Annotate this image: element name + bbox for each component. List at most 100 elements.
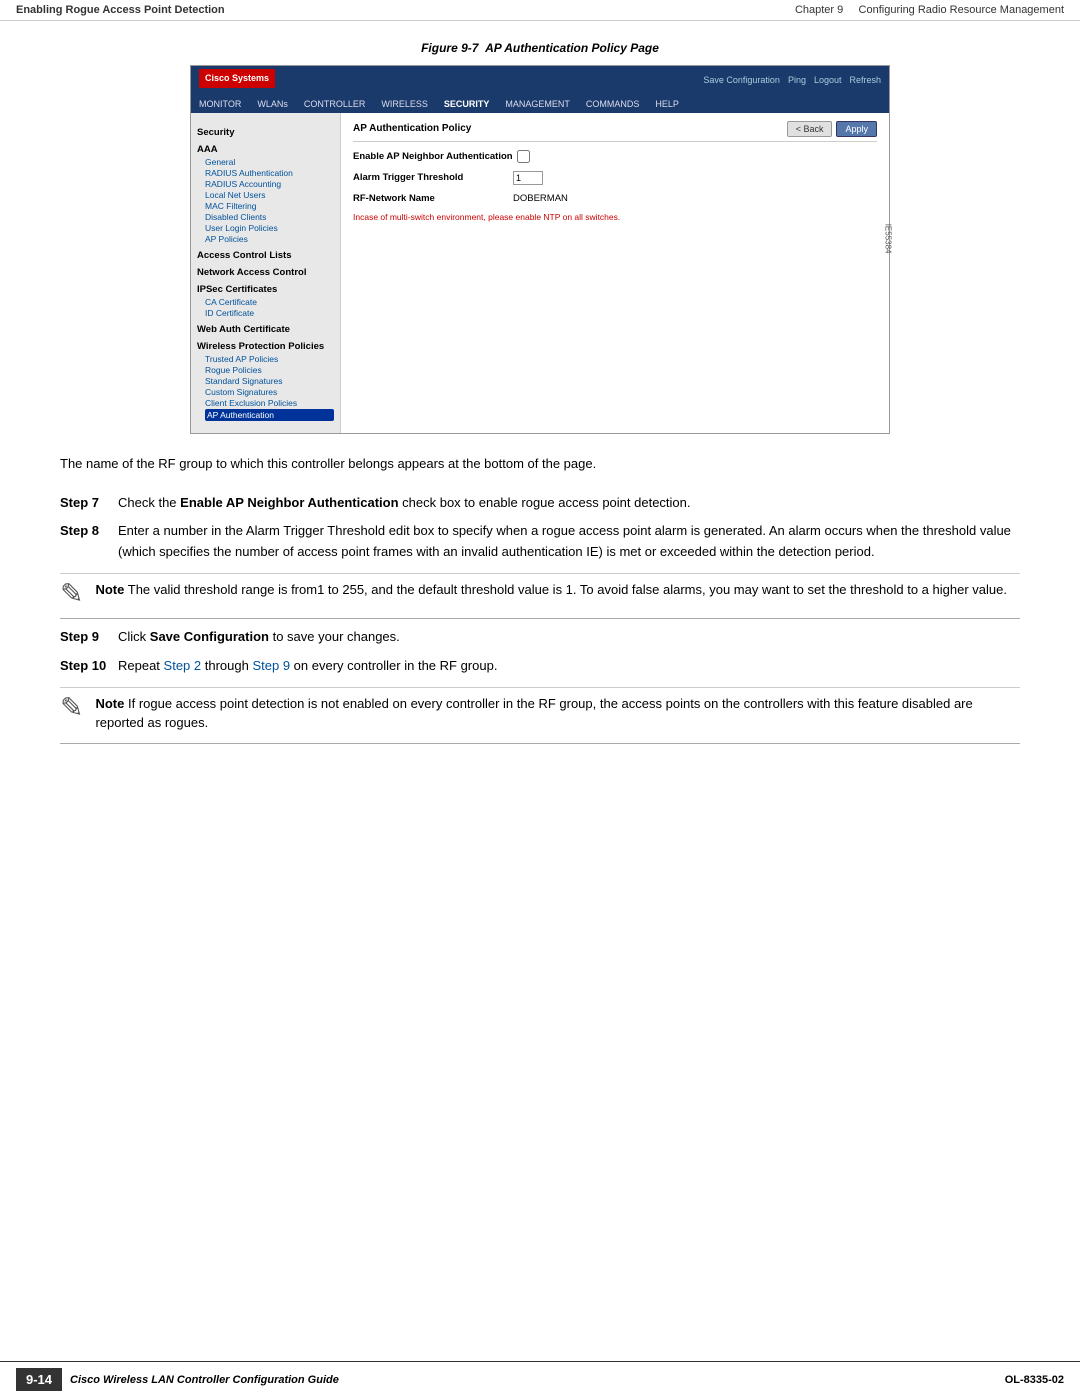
note-1-text: The valid threshold range is from1 to 25…	[128, 582, 1007, 597]
cisco-main-panel: AP Authentication Policy < Back Apply En…	[341, 113, 889, 433]
step-10-row: Step 10 Repeat Step 2 through Step 9 on …	[0, 656, 1080, 677]
neighbor-auth-label: Enable AP Neighbor Authentication	[353, 151, 513, 162]
sidebar-nac-title: Network Access Control	[197, 267, 334, 278]
sidebar-item-ca-cert[interactable]: CA Certificate	[205, 297, 334, 307]
step-9-row: Step 9 Click Save Configuration to save …	[0, 627, 1080, 648]
step-9-content: Click Save Configuration to save your ch…	[118, 627, 1020, 648]
page-footer: 9-14 Cisco Wireless LAN Controller Confi…	[0, 1361, 1080, 1397]
sidebar-item-mac-filtering[interactable]: MAC Filtering	[205, 201, 334, 211]
footer-doc-number: OL-8335-02	[1005, 1374, 1064, 1386]
step-8-content: Enter a number in the Alarm Trigger Thre…	[118, 521, 1020, 563]
sidebar-item-ap-auth[interactable]: AP Authentication	[205, 409, 334, 421]
note-1-label: Note	[95, 582, 124, 597]
sidebar-item-radius-acct[interactable]: RADIUS Accounting	[205, 179, 334, 189]
figure-id: IE55384	[884, 224, 893, 254]
nav-monitor[interactable]: MONITOR	[199, 99, 241, 109]
rf-network-value: DOBERMAN	[513, 193, 568, 204]
figure-section: Figure 9-7 AP Authentication Policy Page…	[0, 21, 1080, 444]
sidebar-item-ap-policies[interactable]: AP Policies	[205, 234, 334, 244]
cisco-logo: Cisco Systems	[205, 73, 269, 84]
save-config-link[interactable]: Save Configuration	[703, 75, 780, 85]
note-2-text: If rogue access point detection is not e…	[95, 696, 972, 731]
sidebar-item-custom-signatures[interactable]: Custom Signatures	[205, 387, 334, 397]
refresh-link[interactable]: Refresh	[849, 75, 881, 85]
cisco-note-ntp: Incase of multi-switch environment, plea…	[353, 212, 703, 223]
step2-link[interactable]: Step 2	[164, 658, 202, 673]
cisco-sidebar: Security AAA General RADIUS Authenticati…	[191, 113, 341, 433]
divider-1	[60, 618, 1020, 619]
cisco-content: Security AAA General RADIUS Authenticati…	[191, 113, 889, 433]
step-7-content: Check the Enable AP Neighbor Authenticat…	[118, 493, 1020, 514]
apply-button[interactable]: Apply	[836, 121, 877, 137]
step-8-row: Step 8 Enter a number in the Alarm Trigg…	[0, 521, 1080, 563]
footer-left: 9-14 Cisco Wireless LAN Controller Confi…	[16, 1368, 339, 1391]
sidebar-item-rogue-policies[interactable]: Rogue Policies	[205, 365, 334, 375]
page-title: AP Authentication Policy	[353, 123, 471, 134]
sidebar-acl-title: Access Control Lists	[197, 250, 334, 261]
step-10-label: Step 10	[60, 656, 110, 677]
sidebar-webauth-title: Web Auth Certificate	[197, 324, 334, 335]
sidebar-item-client-exclusion[interactable]: Client Exclusion Policies	[205, 398, 334, 408]
alarm-threshold-label: Alarm Trigger Threshold	[353, 172, 513, 183]
nav-management[interactable]: MANAGEMENT	[505, 99, 570, 109]
sidebar-aaa-title: AAA	[197, 144, 334, 155]
form-row-alarm-threshold: Alarm Trigger Threshold	[353, 171, 877, 185]
sidebar-item-radius-auth[interactable]: RADIUS Authentication	[205, 168, 334, 178]
main-header: AP Authentication Policy < Back Apply	[353, 121, 877, 142]
divider-2	[60, 743, 1020, 744]
chapter-number: Chapter 9	[795, 4, 843, 16]
note-icon-2: ✎	[60, 694, 83, 733]
note-box-1: ✎ Note The valid threshold range is from…	[60, 573, 1020, 608]
nav-security[interactable]: SECURITY	[444, 99, 490, 109]
note-1-body: Note The valid threshold range is from1 …	[95, 580, 1007, 608]
topbar-links[interactable]: Save Configuration Ping Logout Refresh	[703, 75, 881, 85]
cisco-navbar[interactable]: MONITOR WLANs CONTROLLER WIRELESS SECURI…	[191, 95, 889, 113]
sidebar-item-local-net-users[interactable]: Local Net Users	[205, 190, 334, 200]
step-9-label: Step 9	[60, 627, 110, 648]
ping-link[interactable]: Ping	[788, 75, 806, 85]
neighbor-auth-checkbox[interactable]	[517, 150, 530, 163]
sidebar-item-trusted-ap[interactable]: Trusted AP Policies	[205, 354, 334, 364]
nav-wireless[interactable]: WIRELESS	[381, 99, 428, 109]
nav-help[interactable]: HELP	[655, 99, 679, 109]
page-number: 9-14	[16, 1368, 62, 1391]
sidebar-item-std-signatures[interactable]: Standard Signatures	[205, 376, 334, 386]
chapter-title: Configuring Radio Resource Management	[859, 4, 1064, 16]
step-8-label: Step 8	[60, 521, 110, 563]
doc-intro: The name of the RF group to which this c…	[0, 444, 1080, 493]
note-icon-1: ✎	[60, 580, 83, 608]
sidebar-item-user-login[interactable]: User Login Policies	[205, 223, 334, 233]
sidebar-security-label: Security	[197, 127, 334, 138]
note-box-2: ✎ Note If rogue access point detection i…	[60, 687, 1020, 733]
sidebar-item-general[interactable]: General	[205, 157, 334, 167]
sidebar-ipsec-title: IPSec Certificates	[197, 284, 334, 295]
step-7-row: Step 7 Check the Enable AP Neighbor Auth…	[0, 493, 1080, 514]
chapter-label: Chapter 9 Configuring Radio Resource Man…	[795, 4, 1064, 16]
section-label: Enabling Rogue Access Point Detection	[16, 4, 225, 16]
logout-link[interactable]: Logout	[814, 75, 842, 85]
note-2-label: Note	[95, 696, 124, 711]
form-row-rf-network: RF-Network Name DOBERMAN	[353, 193, 877, 204]
nav-wlans[interactable]: WLANs	[257, 99, 288, 109]
action-buttons: < Back Apply	[787, 121, 877, 137]
figure-caption: Figure 9-7 AP Authentication Policy Page	[60, 41, 1020, 55]
form-row-neighbor-auth: Enable AP Neighbor Authentication	[353, 150, 877, 163]
step-7-label: Step 7	[60, 493, 110, 514]
sidebar-item-disabled-clients[interactable]: Disabled Clients	[205, 212, 334, 222]
cisco-ui-screenshot: Cisco Systems Save Configuration Ping Lo…	[190, 65, 890, 434]
back-button[interactable]: < Back	[787, 121, 833, 137]
step9-link[interactable]: Step 9	[252, 658, 290, 673]
intro-paragraph: The name of the RF group to which this c…	[60, 454, 1020, 475]
footer-title: Cisco Wireless LAN Controller Configurat…	[70, 1374, 339, 1386]
cisco-topbar: Cisco Systems Save Configuration Ping Lo…	[191, 66, 889, 95]
alarm-threshold-input[interactable]	[513, 171, 543, 185]
sidebar-item-id-cert[interactable]: ID Certificate	[205, 308, 334, 318]
note-2-body: Note If rogue access point detection is …	[95, 694, 1020, 733]
step-10-content: Repeat Step 2 through Step 9 on every co…	[118, 656, 1020, 677]
nav-controller[interactable]: CONTROLLER	[304, 99, 366, 109]
rf-network-label: RF-Network Name	[353, 193, 513, 204]
page-header: Enabling Rogue Access Point Detection Ch…	[0, 0, 1080, 21]
nav-commands[interactable]: COMMANDS	[586, 99, 640, 109]
sidebar-wireless-protection-title: Wireless Protection Policies	[197, 341, 334, 352]
cisco-logo-area: Cisco Systems	[199, 69, 275, 88]
